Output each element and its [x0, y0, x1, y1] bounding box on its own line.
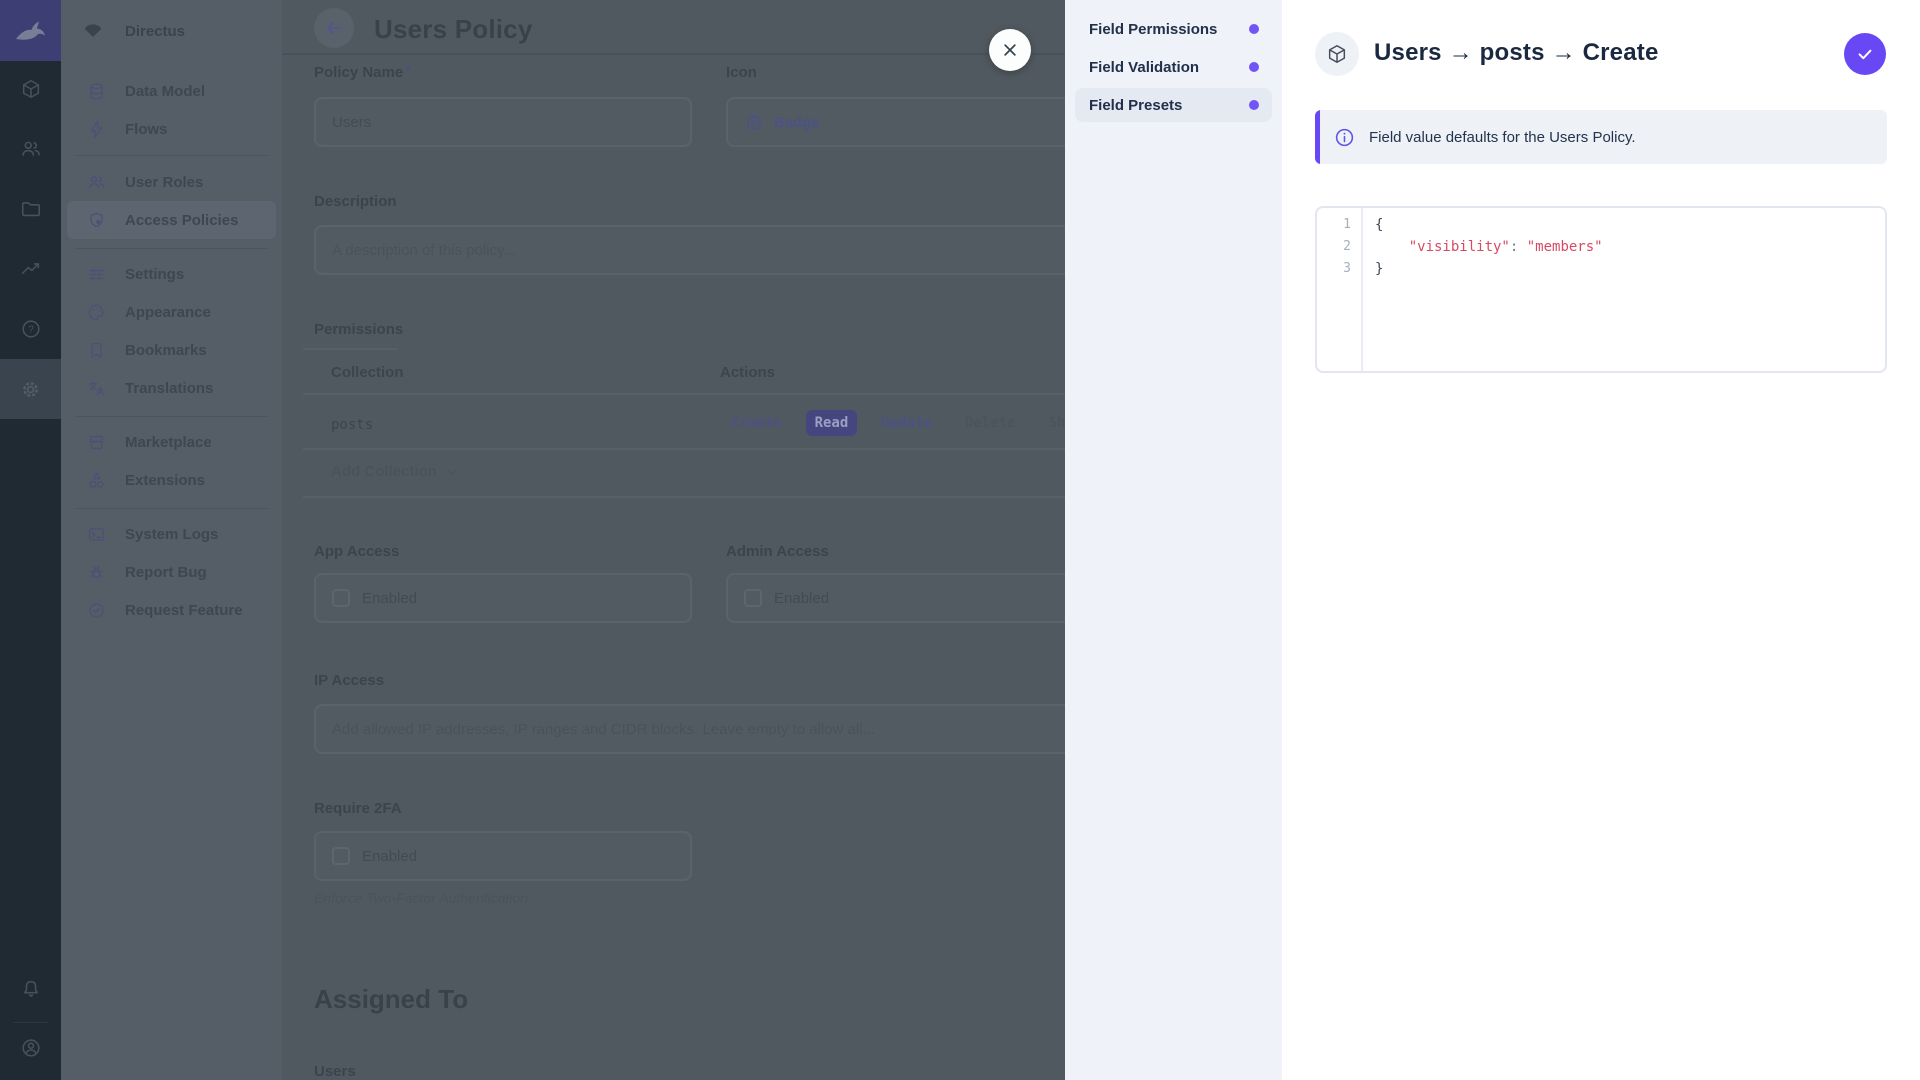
info-icon — [1334, 127, 1355, 148]
close-icon — [1001, 41, 1019, 59]
code-gutter: 1 2 3 — [1317, 208, 1363, 371]
code-line-3: } — [1375, 258, 1603, 280]
line-number: 2 — [1317, 236, 1361, 258]
status-dot-icon — [1249, 24, 1259, 34]
code-key: "visibility" — [1409, 239, 1510, 255]
tab-label: Field Presets — [1089, 97, 1249, 114]
notice-accent-bar — [1315, 110, 1320, 164]
presets-code-editor[interactable]: 1 2 3 { "visibility": "members"} — [1315, 206, 1887, 373]
info-notice: Field value defaults for the Users Polic… — [1315, 110, 1887, 164]
code-value: "members" — [1527, 239, 1603, 255]
drawer-title: Users → posts → Create — [1374, 39, 1659, 67]
tab-field-permissions[interactable]: Field Permissions — [1075, 12, 1272, 46]
code-content: { "visibility": "members"} — [1375, 214, 1603, 280]
drawer-header-badge — [1315, 32, 1359, 76]
status-dot-icon — [1249, 62, 1259, 72]
line-number: 1 — [1317, 214, 1361, 236]
tab-label: Field Validation — [1089, 59, 1249, 76]
cube-icon — [1326, 43, 1348, 65]
notice-text: Field value defaults for the Users Polic… — [1369, 129, 1636, 146]
code-line-1: { — [1375, 214, 1603, 236]
tab-field-presets[interactable]: Field Presets — [1075, 88, 1272, 122]
line-number: 3 — [1317, 258, 1361, 280]
check-icon — [1855, 44, 1875, 64]
drawer-close-button[interactable] — [989, 29, 1031, 71]
drawer-backdrop[interactable] — [0, 0, 1065, 1080]
tab-label: Field Permissions — [1089, 21, 1249, 38]
field-presets-drawer: Users → posts → Create Field value defau… — [1282, 0, 1920, 1080]
save-button[interactable] — [1844, 33, 1886, 75]
code-line-2: "visibility": "members" — [1375, 236, 1603, 258]
tab-field-validation[interactable]: Field Validation — [1075, 50, 1272, 84]
status-dot-icon — [1249, 100, 1259, 110]
drawer-tabs-panel: Field Permissions Field Validation Field… — [1065, 0, 1282, 1080]
app-root: ? Directus Data Model Flows — [0, 0, 1920, 1080]
